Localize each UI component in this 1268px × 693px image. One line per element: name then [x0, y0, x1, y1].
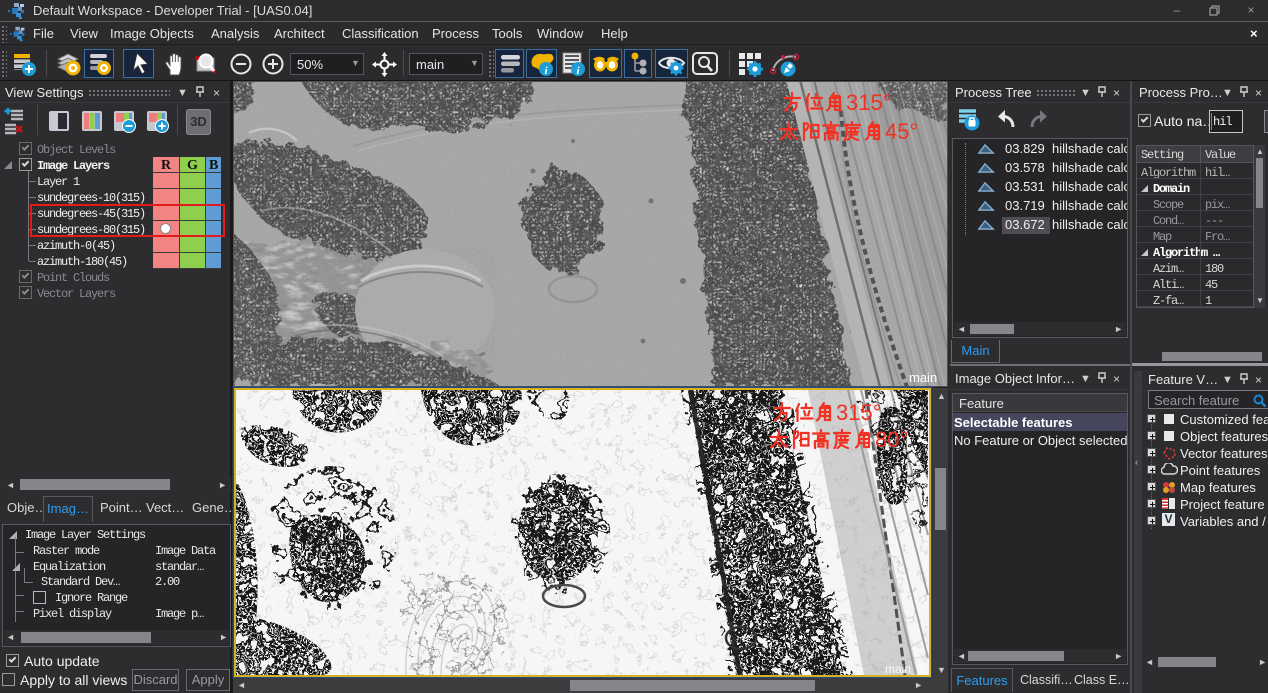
svg-text:main_2: main_2	[885, 662, 925, 675]
svg-text:45°: 45°	[885, 119, 918, 144]
svg-text:80°: 80°	[875, 427, 908, 452]
svg-text:315°: 315°	[836, 400, 882, 425]
svg-text:315°: 315°	[846, 90, 892, 115]
svg-text:main: main	[909, 370, 937, 385]
